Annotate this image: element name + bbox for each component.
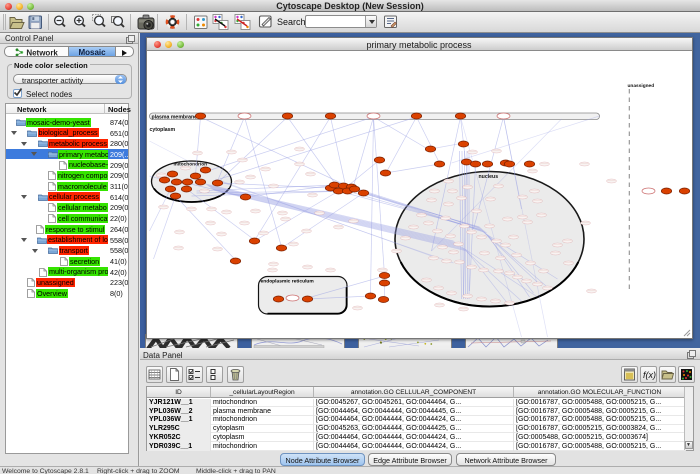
svg-text:endoplasmic reticulum: endoplasmic reticulum: [260, 279, 314, 285]
svg-text:plasma membrane: plasma membrane: [151, 114, 197, 120]
svg-text:nucleus: nucleus: [478, 174, 498, 180]
svg-text:cytoplasm: cytoplasm: [149, 127, 175, 133]
svg-text:f(x): f(x): [643, 370, 656, 380]
svg-text:unassigned: unassigned: [627, 83, 654, 89]
